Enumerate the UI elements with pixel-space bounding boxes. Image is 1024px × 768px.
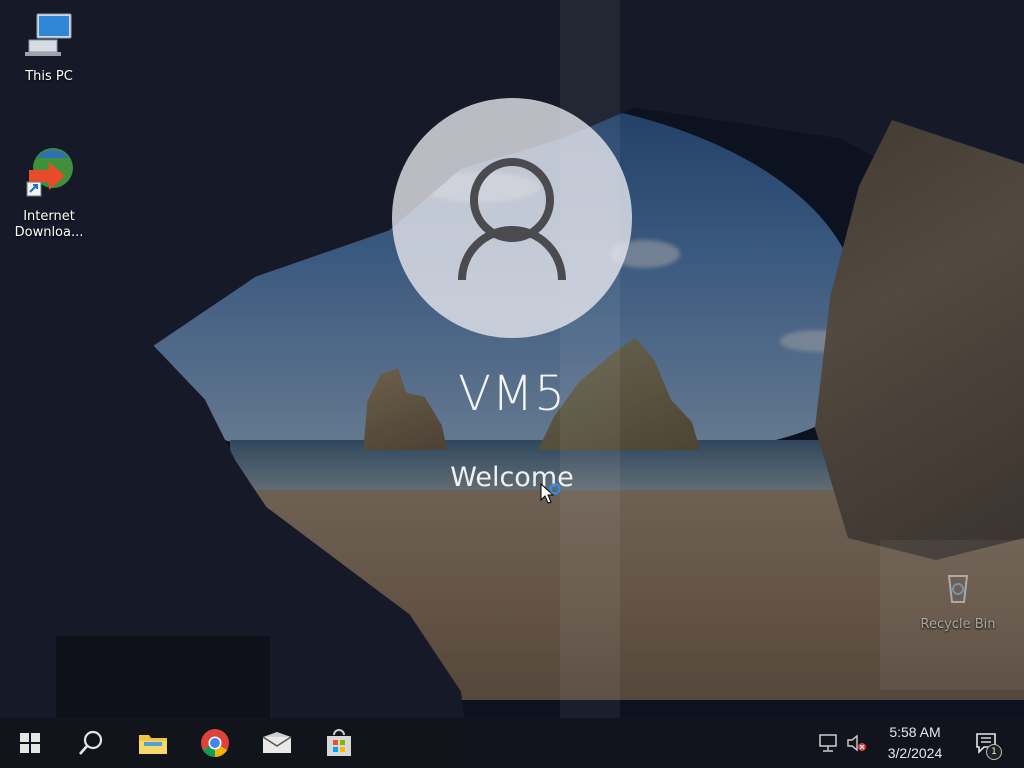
wallpaper-dark-band <box>56 636 270 718</box>
this-pc-icon <box>25 13 72 56</box>
action-center-button[interactable]: 1 <box>966 718 1006 768</box>
internet-download-manager-icon <box>26 148 73 197</box>
taskbar-clock[interactable]: 5:58 AM 3/2/2024 <box>872 722 958 764</box>
start-button[interactable] <box>5 718 55 768</box>
store-button[interactable] <box>314 718 364 768</box>
desktop-icon-this-pc[interactable]: This PC <box>9 12 89 85</box>
welcome-status: Welcome <box>450 462 574 493</box>
chrome-icon <box>201 729 229 757</box>
volume-muted-icon[interactable] <box>846 733 868 753</box>
clock-date: 3/2/2024 <box>887 745 943 761</box>
recycle-bin-icon <box>947 575 969 603</box>
desktop-icon-label: This PC <box>25 69 73 84</box>
desktop-icon-internet-download-manager[interactable]: Internet Downloa... <box>9 144 89 241</box>
store-icon <box>327 729 351 756</box>
desktop-icon-label: Internet Downloa... <box>14 209 84 240</box>
file-explorer-button[interactable] <box>128 718 178 768</box>
network-icon[interactable] <box>817 733 839 753</box>
windows-logo-icon <box>20 733 40 753</box>
user-icon <box>458 158 566 281</box>
search-button[interactable] <box>66 718 116 768</box>
desktop-icon-recycle-bin[interactable]: Recycle Bin <box>918 568 998 633</box>
user-name: VM5 <box>458 366 566 422</box>
search-icon <box>79 730 103 755</box>
folder-icon <box>139 735 167 754</box>
taskbar: 5:58 AM 3/2/2024 1 <box>0 718 1024 768</box>
chrome-button[interactable] <box>190 718 240 768</box>
mail-icon <box>262 732 292 753</box>
notification-count-badge: 1 <box>986 744 1002 760</box>
clock-time: 5:58 AM <box>889 724 941 740</box>
user-avatar <box>392 98 632 338</box>
desktop-icon-label: Recycle Bin <box>920 617 996 632</box>
mail-button[interactable] <box>252 718 302 768</box>
busy-cursor-icon <box>540 483 561 504</box>
